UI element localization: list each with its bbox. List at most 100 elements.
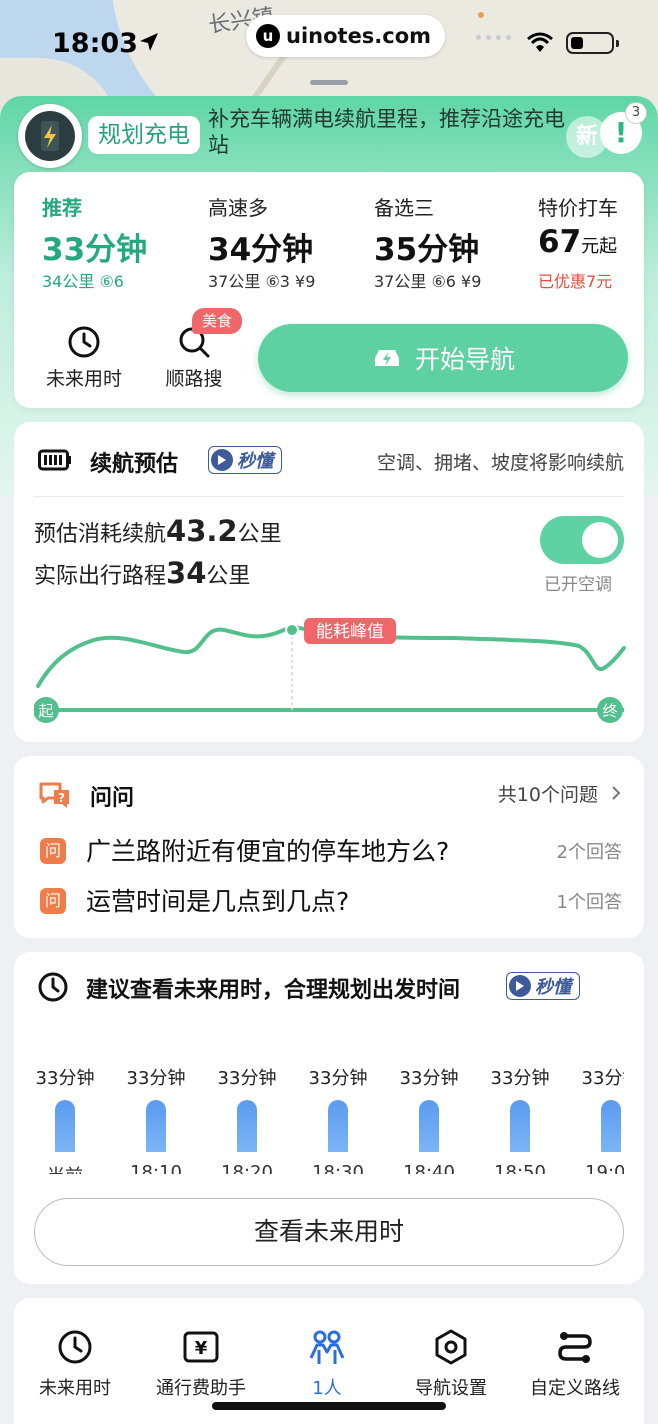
future-slot[interactable]: 33分钟 18:20 <box>207 1064 287 1174</box>
play-icon <box>211 449 233 471</box>
actual-distance: 实际出行路程34公里 <box>34 556 251 590</box>
qa-question-row[interactable]: 问 广兰路附近有便宜的停车地方么? 2个回答 <box>38 832 622 872</box>
slot-bar <box>419 1100 439 1152</box>
future-time-card: 建议查看未来用时，合理规划出发时间 秒懂 33分钟 当前 33分钟 18:10 … <box>14 952 644 1284</box>
slot-time: 18:20 <box>221 1162 273 1174</box>
route-tab-taxi[interactable]: 特价打车 67元起 已优惠7元 <box>512 172 644 302</box>
tab-passengers[interactable]: 1人 <box>262 1328 392 1400</box>
route-label: 推荐 <box>42 196 82 220</box>
qa-card: ? 问问 共10个问题 问 广兰路附近有便宜的停车地方么? 2个回答 问 运营时… <box>14 756 644 938</box>
range-estimate-card: 续航预估 秒懂 空调、拥堵、坡度将影响续航 预估消耗续航43.2公里 实际出行路… <box>14 422 644 742</box>
tab-custom-route[interactable]: 自定义路线 <box>510 1328 640 1400</box>
alert-count-badge: 3 <box>626 103 646 123</box>
play-icon <box>509 975 531 997</box>
future-slot[interactable]: 33分钟 当前 <box>36 1064 105 1174</box>
charging-description: 补充车辆满电续航里程，推荐沿途充电站 <box>208 107 565 157</box>
divider <box>34 496 624 497</box>
route-tab-alt3[interactable]: 备选三 35分钟 37公里 ⑥6 ¥9 <box>346 172 512 302</box>
wifi-icon <box>527 32 553 52</box>
slot-bar <box>510 1100 530 1152</box>
future-time-button[interactable]: 未来用时 <box>34 324 134 391</box>
explainer-label: 秒懂 <box>535 977 571 998</box>
slot-duration: 33分钟 <box>126 1068 186 1089</box>
charging-banner[interactable]: 规划充电 补充车辆满电续航里程，推荐沿途充电站 新 ! 3 <box>18 100 648 170</box>
estimated-range-value: 43.2 <box>166 514 238 548</box>
slot-duration: 33分钟 <box>217 1068 277 1089</box>
ac-toggle[interactable] <box>540 516 624 564</box>
slot-time: 18:50 <box>494 1162 546 1174</box>
qa-question-row[interactable]: 问 运营时间是几点到几点? 1个回答 <box>38 882 622 922</box>
view-future-time-button[interactable]: 查看未来用时 <box>34 1198 624 1266</box>
sheet-drag-handle[interactable] <box>310 80 348 85</box>
tab-label: 1人 <box>312 1378 342 1399</box>
future-title: 建议查看未来用时，合理规划出发时间 <box>86 978 461 1003</box>
qa-more-link[interactable]: 共10个问题 <box>498 780 622 807</box>
answer-count: 1个回答 <box>556 892 622 913</box>
tab-label: 通行费助手 <box>156 1378 246 1399</box>
chevron-right-icon <box>612 786 621 800</box>
route-duration: 33分钟 <box>42 232 148 268</box>
toll-icon: ¥ <box>183 1331 219 1363</box>
end-marker-label: 终 <box>602 702 617 720</box>
along-search-button[interactable]: 顺路搜 <box>144 324 244 391</box>
people-icon <box>309 1330 345 1364</box>
route-meta: 34公里 ⑥6 <box>42 272 124 291</box>
watermark-logo: u <box>256 24 280 48</box>
question-text: 广兰路附近有便宜的停车地方么? <box>86 837 450 866</box>
slot-time: 19:00 <box>585 1162 624 1174</box>
range-hint: 空调、拥堵、坡度将影响续航 <box>376 452 624 474</box>
car-bolt-icon <box>374 350 399 366</box>
peak-label: 能耗峰值 <box>316 622 384 642</box>
map-poi-dot <box>478 12 484 18</box>
future-slot[interactable]: 33分钟 19:00 <box>571 1064 624 1174</box>
tab-label: 未来用时 <box>39 1378 111 1399</box>
route-tab-highway[interactable]: 高速多 34分钟 37公里 ⑥3 ¥9 <box>180 172 346 302</box>
tab-label: 自定义路线 <box>530 1378 620 1399</box>
future-slot[interactable]: 33分钟 18:40 <box>389 1064 469 1174</box>
future-explainer-chip[interactable]: 秒懂 <box>506 972 580 1000</box>
qa-title: 问问 <box>90 786 135 811</box>
route-duration: 67元起 <box>538 224 618 260</box>
watermark-badge: u uinotes.com <box>246 15 446 57</box>
clock-icon <box>58 1330 92 1364</box>
taxi-discount: 已优惠7元 <box>538 272 613 291</box>
plan-charging-chip[interactable]: 规划充电 <box>88 116 200 154</box>
start-navigation-button[interactable]: 开始导航 <box>258 324 628 392</box>
slot-bar <box>146 1100 166 1152</box>
slot-bar <box>601 1100 621 1152</box>
question-text: 运营时间是几点到几点? <box>86 887 350 916</box>
slot-duration: 33分钟 <box>581 1068 624 1089</box>
future-time-strip[interactable]: 33分钟 当前 33分钟 18:10 33分钟 18:20 33分钟 18:30… <box>36 1064 624 1174</box>
qa-icon: ? <box>39 782 69 808</box>
svg-text:?: ? <box>58 791 65 805</box>
actual-distance-value: 34 <box>166 556 207 590</box>
future-slot[interactable]: 33分钟 18:10 <box>116 1064 196 1174</box>
peak-point <box>285 623 299 637</box>
explainer-label: 秒懂 <box>237 451 273 472</box>
route-meta: 37公里 ⑥3 ¥9 <box>208 272 316 291</box>
future-slot[interactable]: 33分钟 18:30 <box>298 1064 378 1174</box>
future-time-label: 未来用时 <box>45 368 122 390</box>
along-search-label: 顺路搜 <box>165 368 223 390</box>
watermark-text: uinotes.com <box>286 24 432 48</box>
home-indicator[interactable] <box>212 1402 446 1410</box>
tab-label: 导航设置 <box>415 1378 487 1399</box>
route-tab-recommended[interactable]: 推荐 33分钟 34公里 ⑥6 <box>14 172 180 302</box>
tab-nav-settings[interactable]: 导航设置 <box>386 1328 516 1400</box>
slot-bar <box>328 1100 348 1152</box>
tab-toll-helper[interactable]: ¥ 通行费助手 <box>136 1328 266 1400</box>
range-explainer-chip[interactable]: 秒懂 <box>208 446 282 474</box>
clock-icon <box>38 972 68 1002</box>
future-slot[interactable]: 33分钟 18:50 <box>480 1064 560 1174</box>
start-navigation-label: 开始导航 <box>414 345 515 374</box>
slot-duration: 33分钟 <box>36 1068 95 1089</box>
status-time: 18:03 <box>52 28 138 59</box>
route-icon <box>558 1332 592 1363</box>
slot-duration: 33分钟 <box>490 1068 550 1089</box>
energy-consumption-chart: 能耗峰值 起 终 <box>34 618 626 723</box>
route-label: 备选三 <box>374 196 434 220</box>
route-meta: 37公里 ⑥6 ¥9 <box>374 272 482 291</box>
tab-future-time[interactable]: 未来用时 <box>10 1328 140 1400</box>
slot-bar <box>237 1100 257 1152</box>
estimated-range: 预估消耗续航43.2公里 <box>34 514 282 548</box>
